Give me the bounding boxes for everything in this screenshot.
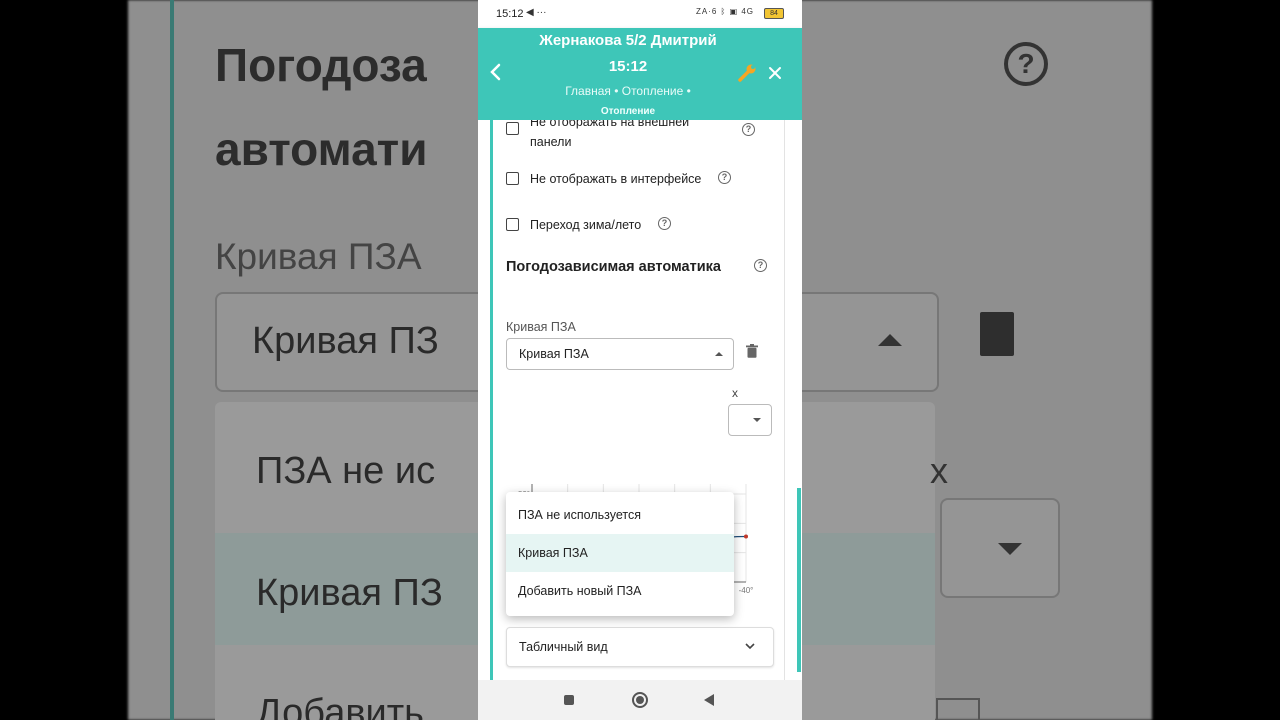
phone-screen: 15:12 ◀ ··· ZA·6 ᛒ ▣ 4G 84 Жернакова 5/2…: [478, 0, 802, 720]
settings-panel: Не отображать на внешней панели ? Не ото…: [478, 120, 802, 680]
background-curve-label: Кривая ПЗА: [215, 236, 422, 277]
background-x-text: x: [930, 450, 948, 491]
checkbox-hide-external[interactable]: [506, 122, 519, 135]
header-title: Жернакова 5/2 Дмитрий: [539, 32, 717, 49]
background-help-icon: ?: [1004, 42, 1048, 86]
nav-back-icon[interactable]: [704, 694, 714, 706]
background-menu-item-1: ПЗА не ис: [256, 450, 436, 492]
home-dot: [636, 696, 644, 704]
chart-point: [744, 534, 748, 539]
section-title-pza: Погодозависимая автоматика: [506, 259, 721, 275]
x-tick-label: -40°: [739, 586, 754, 595]
option-label: Кривая ПЗА: [518, 546, 588, 560]
curve-dropdown-menu: ПЗА не используется Кривая ПЗА Добавить …: [506, 492, 734, 616]
triangle-down-icon: [753, 418, 761, 422]
battery-icon: 84: [764, 8, 784, 19]
background-menu-item-2: Кривая ПЗ: [256, 572, 443, 614]
app-header: Жернакова 5/2 Дмитрий 15:12 Главная • От…: [478, 28, 802, 120]
wrench-icon[interactable]: [736, 62, 758, 84]
option-label: ПЗА не используется: [518, 508, 641, 522]
background-accent-line: [170, 0, 174, 720]
accordion-label: Табличный вид: [519, 640, 608, 654]
checkbox-season[interactable]: [506, 218, 519, 231]
status-bar: 15:12 ◀ ··· ZA·6 ᛒ ▣ 4G 84: [478, 0, 802, 28]
curve-select-value: Кривая ПЗА: [519, 347, 589, 361]
triangle-up-icon: [715, 352, 723, 356]
background-triangle-down-icon: [998, 543, 1022, 555]
background-box: [936, 698, 980, 720]
dropdown-option-add-new[interactable]: Добавить новый ПЗА: [506, 572, 734, 610]
background-trash-icon: [980, 312, 1014, 356]
close-icon[interactable]: [766, 64, 784, 82]
help-icon[interactable]: ?: [658, 217, 671, 230]
checkbox-hide-external-label: Не отображать на внешней панели: [530, 120, 690, 149]
background-select-value: Кривая ПЗ: [252, 320, 439, 362]
checkbox-season-label: Переход зима/лето: [530, 218, 642, 232]
chevron-down-icon: [745, 643, 755, 650]
background-title-line2: автомати: [215, 123, 428, 175]
checkbox-hide-external-row[interactable]: Не отображать на внешней панели: [506, 120, 736, 154]
current-section-label: Отопление: [600, 106, 656, 117]
section-accent-rail: [490, 120, 493, 680]
breadcrumb[interactable]: Главная • Отопление •: [478, 84, 778, 98]
dropdown-option-curve[interactable]: Кривая ПЗА: [506, 534, 734, 572]
checkbox-hide-interface-label: Не отображать в интерфейсе: [530, 172, 702, 186]
status-signal-icons: ZA·6 ᛒ ▣ 4G: [696, 7, 755, 16]
dropdown-option-none[interactable]: ПЗА не используется: [506, 496, 734, 534]
recent-apps-icon[interactable]: [564, 695, 574, 705]
status-time: 15:12: [496, 8, 524, 20]
trash-icon[interactable]: [746, 344, 758, 358]
table-view-accordion[interactable]: Табличный вид: [506, 627, 774, 667]
help-icon[interactable]: ?: [718, 171, 731, 184]
checkbox-season-row[interactable]: Переход зима/лето: [506, 218, 676, 236]
status-notification-icons: ◀ ···: [526, 7, 547, 18]
background-title-line1: Погодоза: [215, 39, 427, 91]
background-menu-item-3: Добавить: [256, 692, 424, 720]
curve-select[interactable]: Кривая ПЗА: [506, 338, 734, 370]
scroll-indicator[interactable]: [797, 488, 801, 672]
partially-hidden-label: x: [732, 386, 738, 400]
secondary-select[interactable]: [728, 404, 772, 436]
android-nav-bar: [478, 680, 802, 720]
checkbox-hide-interface[interactable]: [506, 172, 519, 185]
option-label: Добавить новый ПЗА: [518, 584, 642, 598]
checkbox-hide-interface-row[interactable]: Не отображать в интерфейсе: [506, 172, 736, 190]
help-icon[interactable]: ?: [754, 259, 767, 272]
help-icon[interactable]: ?: [742, 123, 755, 136]
background-triangle-up-icon: [878, 334, 902, 346]
curve-field-label: Кривая ПЗА: [506, 320, 576, 334]
header-time: 15:12: [608, 58, 648, 75]
